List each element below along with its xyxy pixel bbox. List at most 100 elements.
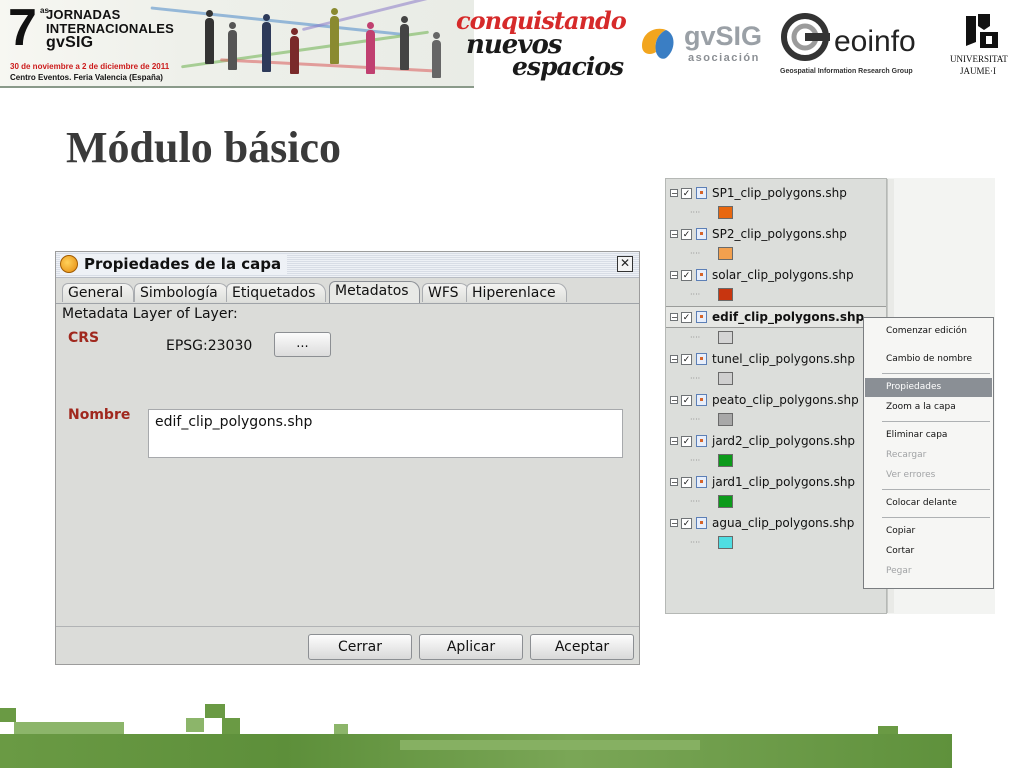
- context-menu-item[interactable]: Propiedades: [865, 378, 992, 397]
- event-banner-collage: 7 as JORNADAS INTERNACIONALES gvSIG 30 d…: [0, 0, 474, 88]
- layer-visibility-checkbox[interactable]: ✓: [681, 353, 692, 365]
- layer-visibility-checkbox[interactable]: ✓: [681, 394, 692, 406]
- tree-connector: ····: [690, 415, 701, 424]
- layer-properties-dialog: Propiedades de la capa ✕ General Simbolo…: [55, 251, 640, 665]
- collapse-icon[interactable]: −: [670, 313, 678, 322]
- symbol-swatch[interactable]: [718, 495, 733, 508]
- layer-row[interactable]: − ✓ SP1_clip_polygons.shp: [666, 183, 886, 203]
- layer-name: SP2_clip_polygons.shp: [712, 227, 847, 241]
- layer-name: tunel_clip_polygons.shp: [712, 352, 856, 366]
- symbol-swatch[interactable]: [718, 372, 733, 385]
- layer-legend-row: ····: [666, 330, 886, 346]
- layer-name: jard1_clip_polygons.shp: [712, 475, 856, 489]
- tree-connector: ····: [690, 538, 701, 547]
- layer-row[interactable]: − ✓ jard2_clip_polygons.shp: [666, 431, 886, 451]
- symbol-swatch[interactable]: [718, 288, 733, 301]
- context-menu-item[interactable]: Colocar delante: [865, 494, 992, 513]
- university-name-line-2: JAUME·I: [960, 66, 996, 76]
- symbol-swatch[interactable]: [718, 331, 733, 344]
- tab-metadata[interactable]: Metadatos: [329, 281, 420, 303]
- context-menu-item[interactable]: Eliminar capa: [865, 426, 992, 445]
- crs-label: CRS: [68, 330, 100, 346]
- symbol-swatch[interactable]: [718, 536, 733, 549]
- layer-context-menu: Comenzar edición Cambio de nombre Propieda…: [863, 317, 994, 589]
- footer-decoration: [0, 700, 1024, 768]
- layer-row[interactable]: − ✓ solar_clip_polygons.shp: [666, 265, 886, 285]
- context-menu-item[interactable]: Copiar: [865, 522, 992, 541]
- shapefile-layer-icon: [696, 269, 707, 281]
- layer-visibility-checkbox[interactable]: ✓: [681, 269, 692, 281]
- header-banner: 7 as JORNADAS INTERNACIONALES gvSIG 30 d…: [0, 0, 1024, 88]
- slogan-logo: conquistando nuevos espacios: [456, 6, 636, 84]
- layer-name-field[interactable]: edif_clip_polygons.shp: [148, 409, 623, 458]
- shapefile-layer-icon: [696, 187, 707, 199]
- layer-row[interactable]: − ✓ tunel_clip_polygons.shp: [666, 349, 886, 369]
- layer-visibility-checkbox[interactable]: ✓: [681, 187, 692, 199]
- layer-row[interactable]: − ✓ peato_clip_polygons.shp: [666, 390, 886, 410]
- shapefile-layer-icon: [696, 517, 707, 529]
- tab-symbology[interactable]: Simbología: [134, 283, 229, 302]
- collapse-icon[interactable]: −: [670, 519, 678, 528]
- shapefile-layer-icon: [696, 394, 707, 406]
- apply-button[interactable]: Aplicar: [419, 634, 523, 660]
- layer-row[interactable]: − ✓ agua_clip_polygons.shp: [666, 513, 886, 533]
- layer-legend-row: ····: [666, 494, 886, 510]
- layer-visibility-checkbox[interactable]: ✓: [681, 311, 692, 323]
- collapse-icon[interactable]: −: [670, 189, 678, 198]
- gvsig-logo-icon: [642, 28, 674, 59]
- context-menu-item[interactable]: Pegar: [865, 562, 992, 581]
- accept-button[interactable]: Aceptar: [530, 634, 634, 660]
- tab-wfs[interactable]: WFS: [422, 283, 470, 302]
- collapse-icon[interactable]: −: [670, 396, 678, 405]
- layer-visibility-checkbox[interactable]: ✓: [681, 517, 692, 529]
- context-menu-item[interactable]: Ver errores: [865, 466, 992, 485]
- name-label: Nombre: [68, 407, 131, 423]
- tab-general[interactable]: General: [62, 283, 135, 302]
- layer-visibility-checkbox[interactable]: ✓: [681, 228, 692, 240]
- layer-row[interactable]: − ✓ edif_clip_polygons.shp: [666, 306, 886, 328]
- context-menu-item[interactable]: Comenzar edición: [865, 322, 992, 341]
- context-menu-item[interactable]: Zoom a la capa: [865, 398, 992, 417]
- layer-name: agua_clip_polygons.shp: [712, 516, 855, 530]
- crs-value: EPSG:23030: [166, 338, 253, 354]
- tree-connector: ····: [690, 208, 701, 217]
- symbol-swatch[interactable]: [718, 454, 733, 467]
- symbol-swatch[interactable]: [718, 206, 733, 219]
- context-menu-item[interactable]: Cortar: [865, 542, 992, 561]
- university-crest-icon: [966, 14, 998, 48]
- geoinfo-name: eoinfo: [834, 25, 916, 58]
- tab-hyperlink[interactable]: Hiperenlace: [466, 283, 567, 302]
- gvsig-app-icon: [60, 255, 78, 273]
- context-menu-item[interactable]: Recargar: [865, 446, 992, 465]
- event-line-1: JORNADAS: [46, 7, 121, 22]
- symbol-swatch[interactable]: [718, 413, 733, 426]
- collapse-icon[interactable]: −: [670, 437, 678, 446]
- layer-legend-row: ····: [666, 287, 886, 303]
- layer-visibility-checkbox[interactable]: ✓: [681, 435, 692, 447]
- collapse-icon[interactable]: −: [670, 230, 678, 239]
- metadata-panel: Metadata Layer of Layer: CRS EPSG:23030 …: [56, 304, 639, 626]
- symbol-swatch[interactable]: [718, 247, 733, 260]
- layer-legend-row: ····: [666, 453, 886, 469]
- tree-connector: ····: [690, 497, 701, 506]
- layer-visibility-checkbox[interactable]: ✓: [681, 476, 692, 488]
- tree-connector: ····: [690, 249, 701, 258]
- tree-connector: ····: [690, 333, 701, 342]
- close-button[interactable]: Cerrar: [308, 634, 412, 660]
- layer-legend-row: ····: [666, 371, 886, 387]
- layer-row[interactable]: − ✓ jard1_clip_polygons.shp: [666, 472, 886, 492]
- collapse-icon[interactable]: −: [670, 478, 678, 487]
- collapse-icon[interactable]: −: [670, 271, 678, 280]
- dialog-titlebar[interactable]: Propiedades de la capa ✕: [56, 252, 639, 278]
- dialog-title: Propiedades de la capa: [84, 255, 282, 273]
- gvsig-subtitle: asociación: [688, 52, 760, 64]
- event-place: Centro Eventos. Feria Valencia (España): [10, 73, 163, 82]
- crs-select-button[interactable]: ...: [274, 332, 331, 357]
- context-menu-item[interactable]: Cambio de nombre: [865, 350, 992, 369]
- gvsig-association-logo: gvSIG asociación: [636, 20, 762, 70]
- collapse-icon[interactable]: −: [670, 355, 678, 364]
- layer-row[interactable]: − ✓ SP2_clip_polygons.shp: [666, 224, 886, 244]
- layer-name: jard2_clip_polygons.shp: [712, 434, 856, 448]
- close-icon[interactable]: ✕: [617, 256, 633, 272]
- tab-labeling[interactable]: Etiquetados: [226, 283, 327, 302]
